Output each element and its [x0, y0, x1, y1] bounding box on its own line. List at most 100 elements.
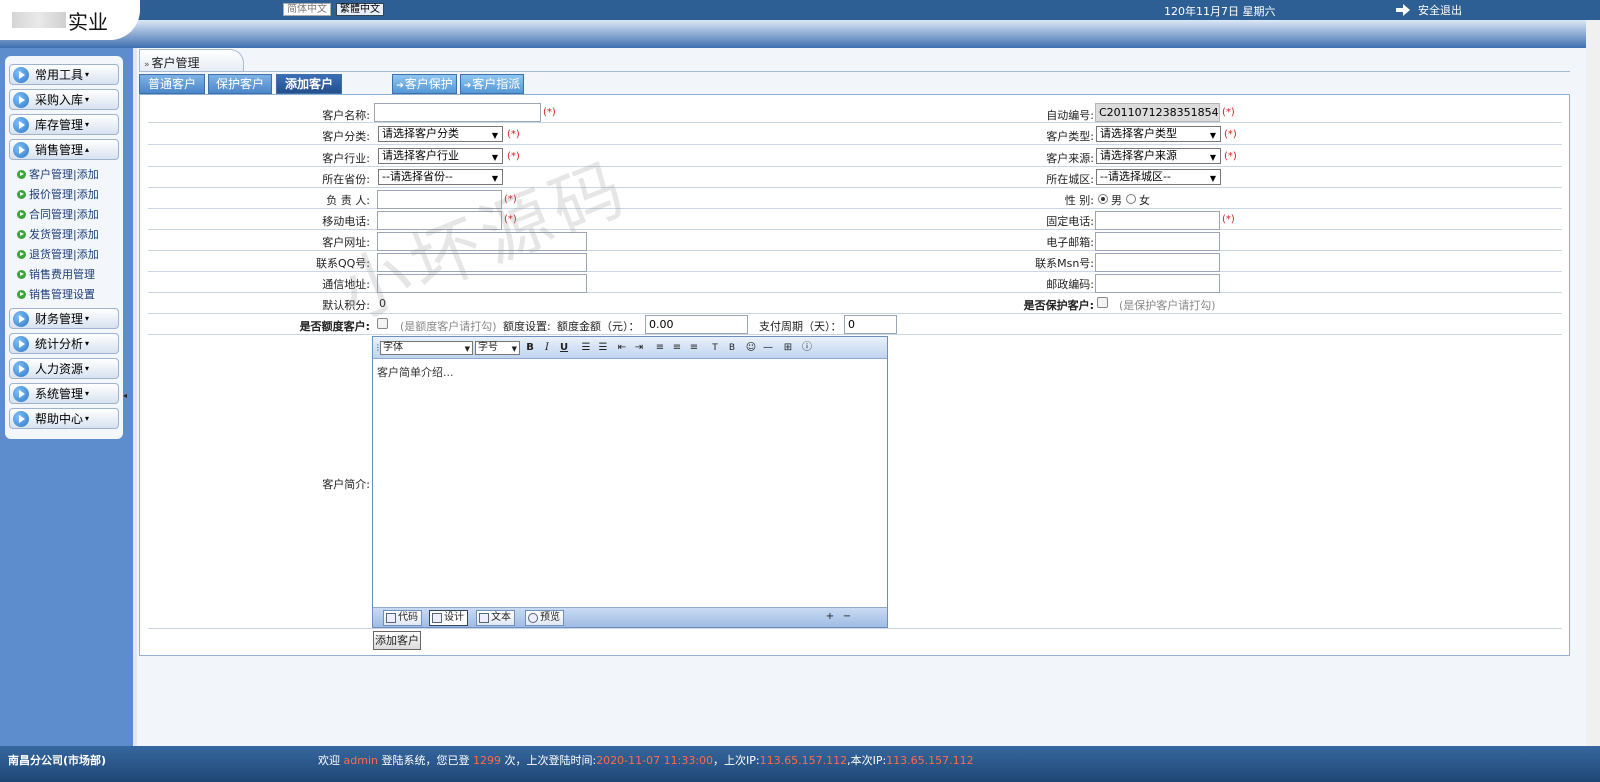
- info-icon[interactable]: ⓘ: [800, 341, 814, 355]
- minus-icon[interactable]: −: [840, 610, 854, 624]
- status-footer: 南昌分公司(市场部) 欢迎 admin 登陆系统，您已登 1299 次，上次登陆…: [0, 746, 1600, 782]
- bold-icon[interactable]: B: [523, 341, 537, 355]
- breadcrumb-divider: [139, 71, 1570, 72]
- menu-sales[interactable]: 销售管理 ▴: [9, 139, 119, 160]
- editor-content[interactable]: 客户简单介绍...: [373, 360, 887, 607]
- menu-statistics[interactable]: 统计分析 ▾: [9, 333, 119, 354]
- plus-icon[interactable]: +: [823, 610, 837, 624]
- sidebar-item-sales-settings[interactable]: 销售管理设置: [9, 284, 119, 304]
- postcode-input[interactable]: [1095, 274, 1220, 293]
- pay-cycle-input[interactable]: 0: [844, 315, 897, 334]
- fullscreen-icon[interactable]: ⊞: [781, 341, 795, 355]
- address-input[interactable]: [377, 274, 587, 293]
- unordered-list-icon[interactable]: ☰: [596, 341, 610, 355]
- sidebar-item-return[interactable]: 退货管理|添加: [9, 244, 119, 264]
- gender-male-radio[interactable]: [1098, 194, 1108, 204]
- city-label: 所在城区:: [1046, 173, 1094, 186]
- editor-mode-bar: 代码 设计 文本 预览 + −: [373, 607, 887, 627]
- sidebar-item-sales-cost[interactable]: 销售费用管理: [9, 264, 119, 284]
- customer-name-input[interactable]: [374, 103, 541, 122]
- required-mark: (*): [1222, 107, 1235, 118]
- mode-code-button[interactable]: 代码: [383, 610, 422, 626]
- horizontal-rule-icon[interactable]: —: [761, 341, 775, 355]
- double-chevron-icon: »: [144, 60, 150, 70]
- website-input[interactable]: [377, 232, 587, 251]
- is-protected-checkbox[interactable]: [1097, 297, 1108, 308]
- italic-icon[interactable]: I: [540, 341, 554, 355]
- quota-amount-label: 额度金额（元）：: [557, 320, 640, 333]
- align-center-icon[interactable]: ≡: [670, 341, 684, 355]
- menu-finance[interactable]: 财务管理 ▾: [9, 308, 119, 329]
- login-info: 欢迎 admin 登陆系统，您已登 1299 次，上次登陆时间:2020-11-…: [318, 754, 974, 767]
- add-customer-submit-button[interactable]: 添加客户: [373, 631, 421, 650]
- ordered-list-icon[interactable]: ☰: [579, 341, 593, 355]
- required-mark: (*): [1224, 151, 1237, 162]
- tab-customer-assign[interactable]: ➔客户指派: [460, 74, 524, 94]
- sidebar-item-customer[interactable]: 客户管理|添加: [9, 164, 119, 184]
- sidebar-item-contract[interactable]: 合同管理|添加: [9, 204, 119, 224]
- tab-customer-protect[interactable]: ➔客户保护: [392, 74, 457, 94]
- msn-input[interactable]: [1095, 253, 1220, 272]
- mode-design-button[interactable]: 设计: [429, 610, 468, 626]
- mode-text-button[interactable]: 文本: [476, 610, 515, 626]
- green-arrow-icon: [17, 269, 26, 279]
- province-select[interactable]: --请选择省份-- ▼: [378, 169, 503, 185]
- font-size-select[interactable]: 字号 ▼: [475, 341, 520, 355]
- text-color-icon[interactable]: T: [708, 341, 722, 355]
- is-quota-hint: (是额度客户请打勾): [400, 320, 497, 333]
- mode-preview-button[interactable]: 预览: [525, 610, 564, 626]
- auto-number-label: 自动编号:: [1046, 109, 1094, 122]
- quota-amount-input[interactable]: 0.00: [645, 315, 748, 334]
- green-arrow-icon: [17, 189, 26, 199]
- bg-color-icon[interactable]: B: [725, 341, 739, 355]
- design-icon: [432, 613, 442, 623]
- tab-normal-customer[interactable]: 普通客户: [139, 74, 205, 94]
- owner-input[interactable]: [377, 190, 502, 209]
- phone-input[interactable]: [1095, 211, 1220, 230]
- indent-icon[interactable]: ⇥: [632, 341, 646, 355]
- menu-hr[interactable]: 人力资源 ▾: [9, 358, 119, 379]
- top-bar: [0, 0, 1600, 20]
- email-input[interactable]: [1095, 232, 1220, 251]
- sidebar-item-shipping[interactable]: 发货管理|添加: [9, 224, 119, 244]
- points-label: 默认积分:: [322, 299, 370, 312]
- underline-icon[interactable]: U: [557, 341, 571, 355]
- type-label: 客户类型:: [1046, 130, 1094, 143]
- sidebar-collapse-icon[interactable]: ◂: [123, 391, 129, 401]
- qq-input[interactable]: [377, 253, 587, 272]
- type-select[interactable]: 请选择客户类型 ▼: [1096, 126, 1221, 142]
- lang-simplified-button[interactable]: 简体中文: [283, 3, 331, 16]
- auto-number-field[interactable]: C2011071238351854: [1095, 103, 1220, 122]
- is-quota-checkbox[interactable]: [377, 318, 388, 329]
- mobile-input[interactable]: [377, 211, 502, 230]
- menu-inventory[interactable]: 库存管理 ▾: [9, 114, 119, 135]
- gender-female-radio[interactable]: [1126, 194, 1136, 204]
- quota-setting-label: 额度设置:: [503, 320, 551, 333]
- menu-common-tools[interactable]: 常用工具 ▾: [9, 64, 119, 85]
- logout-label: 安全退出: [1418, 4, 1462, 17]
- category-select[interactable]: 请选择客户分类 ▼: [378, 126, 503, 142]
- menu-system[interactable]: 系统管理 ▾: [9, 383, 119, 404]
- window-scrollbar[interactable]: [1586, 20, 1600, 762]
- industry-select[interactable]: 请选择客户行业 ▼: [378, 148, 503, 164]
- tab-protected-customer[interactable]: 保护客户: [208, 74, 272, 94]
- align-left-icon[interactable]: ≡: [653, 341, 667, 355]
- logout-link[interactable]: 安全退出: [1396, 2, 1462, 18]
- city-select[interactable]: --请选择城区-- ▼: [1096, 169, 1221, 185]
- menu-help[interactable]: 帮助中心 ▾: [9, 408, 119, 429]
- align-right-icon[interactable]: ≡: [687, 341, 701, 355]
- sidebar-item-quote[interactable]: 报价管理|添加: [9, 184, 119, 204]
- font-family-select[interactable]: 字体 ▼: [380, 341, 473, 355]
- gender-female-label: 女: [1139, 194, 1150, 207]
- green-arrow-icon: [17, 209, 26, 219]
- emoji-icon[interactable]: ☺: [744, 341, 758, 355]
- is-protected-label: 是否保护客户:: [1023, 299, 1094, 312]
- menu-purchase[interactable]: 采购入库 ▾: [9, 89, 119, 110]
- outdent-icon[interactable]: ⇤: [615, 341, 629, 355]
- required-mark: (*): [543, 107, 556, 118]
- required-mark: (*): [504, 214, 517, 225]
- source-select[interactable]: 请选择客户来源 ▼: [1096, 148, 1221, 164]
- lang-traditional-button[interactable]: 繁體中文: [336, 3, 384, 16]
- tab-add-customer[interactable]: 添加客户: [276, 74, 342, 94]
- username: admin: [343, 754, 378, 767]
